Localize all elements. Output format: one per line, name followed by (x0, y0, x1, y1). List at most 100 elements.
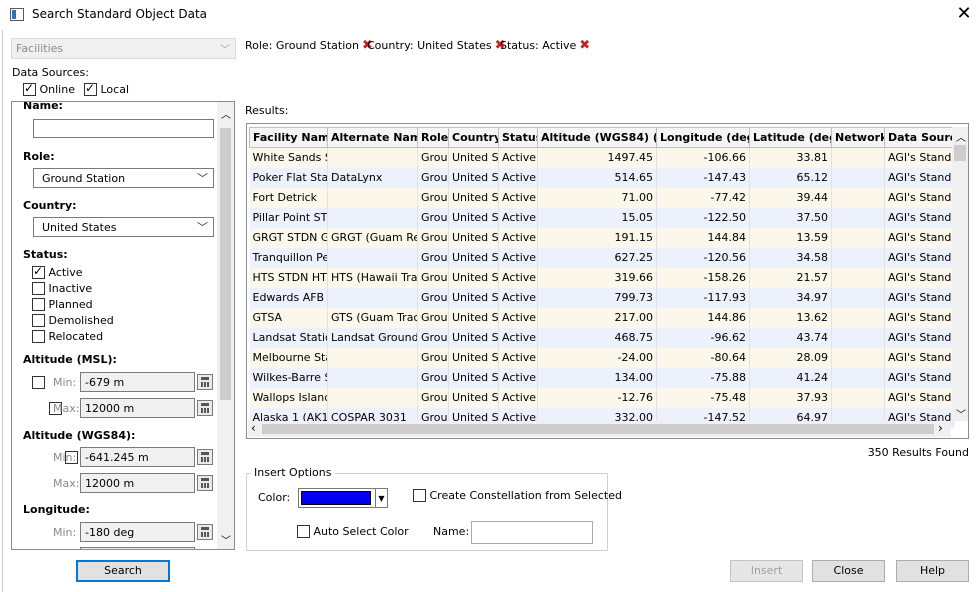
alt-msl-min-checkbox[interactable] (32, 376, 45, 389)
table-cell: DataLynx (327, 167, 418, 188)
table-row[interactable]: Fort Detrick Grou United S Active 71.00 -77.4… (249, 187, 954, 208)
status-inactive-checkbox[interactable] (32, 282, 45, 295)
column-header[interactable]: Country (448, 127, 499, 148)
alt-wgs-min-input[interactable]: -641.245 m (80, 447, 195, 467)
column-header[interactable]: Role (417, 127, 449, 148)
close-window-icon[interactable]: ✕ (952, 3, 976, 27)
column-header[interactable]: Altitude (WGS84) (m) (537, 127, 657, 148)
calculator-icon[interactable] (197, 524, 213, 540)
table-cell: Active (498, 387, 538, 408)
calculator-icon[interactable] (197, 374, 213, 390)
longitude-max-input[interactable] (80, 547, 195, 549)
scroll-right-icon[interactable]: › (938, 421, 943, 435)
auto-select-color-checkbox[interactable] (297, 525, 310, 538)
local-checkbox[interactable] (84, 81, 97, 96)
column-header[interactable]: Network (831, 127, 885, 148)
table-row[interactable]: Wallops Island Grou United S Active -12.76 -7… (249, 387, 954, 408)
table-row[interactable]: Pillar Point STI Grou United S Active 15.05-… (249, 207, 954, 228)
local-checkbox-row[interactable]: Local (84, 81, 129, 96)
table-cell: GRGT (Guam Rer (327, 227, 418, 248)
column-header[interactable]: Alternate Name (327, 127, 418, 148)
results-vertical-scrollbar[interactable] (952, 127, 968, 421)
close-button[interactable]: Close (812, 560, 885, 582)
table-cell: Active (498, 227, 538, 248)
table-cell (831, 167, 885, 188)
table-cell: -75.88 (656, 367, 750, 388)
filter-chip-status[interactable]: Status: Active ✖ (500, 38, 590, 53)
scroll-down-icon[interactable]: ﹀ (221, 532, 231, 547)
calculator-icon[interactable] (197, 475, 213, 491)
help-button[interactable]: Help (896, 560, 969, 582)
table-row[interactable]: GTSA GTS (Guam Track Grou United S Active 217… (249, 307, 954, 328)
alt-msl-max-input[interactable]: 12000 m (80, 398, 195, 418)
table-cell (831, 247, 885, 268)
table-row[interactable]: Melbourne Sta Grou United S Active -24.00 -80… (249, 347, 954, 368)
online-checkbox[interactable] (23, 81, 36, 96)
results-vertical-thumb[interactable] (954, 145, 966, 161)
window-title: Search Standard Object Data (32, 7, 207, 21)
results-table: Facility NameAlternate NameRoleCountrySt… (249, 127, 954, 428)
calculator-icon[interactable] (197, 400, 213, 416)
status-planned-row[interactable]: Planned (32, 298, 93, 311)
role-dropdown[interactable]: Ground Station ﹀ (33, 168, 214, 188)
column-header[interactable]: Longitude (deg) (656, 127, 750, 148)
filter-panel-scroll-thumb[interactable] (220, 128, 231, 400)
create-constellation-row[interactable]: Create Constellation from Selected (413, 489, 622, 502)
search-button[interactable]: Search (76, 560, 170, 582)
scroll-down-icon[interactable]: ﹀ (956, 406, 966, 421)
longitude-min-input[interactable]: -180 deg (80, 522, 195, 542)
status-relocated-row[interactable]: Relocated (32, 330, 103, 343)
filter-chip-country[interactable]: Country: United States ✖ (367, 38, 506, 53)
table-cell: 799.73 (537, 287, 657, 308)
alt-wgs-max-input[interactable]: 12000 m (80, 473, 195, 493)
status-inactive-row[interactable]: Inactive (32, 282, 92, 295)
remove-filter-icon[interactable]: ✖ (579, 38, 590, 53)
column-header[interactable]: Facility Name (249, 127, 328, 148)
status-planned-checkbox[interactable] (32, 298, 45, 311)
alt-msl-min-input[interactable]: -679 m (80, 372, 195, 392)
status-active-checkbox[interactable] (32, 264, 45, 279)
table-row[interactable]: HTS STDN HT2 HTS (Hawaii Trac Grou United S… (249, 267, 954, 288)
create-constellation-checkbox[interactable] (413, 489, 426, 502)
color-picker[interactable] (298, 488, 376, 508)
table-cell: Tranquillon Pe (249, 247, 328, 268)
column-header[interactable]: Latitude (deg) (749, 127, 832, 148)
table-row[interactable]: Landsat Statio Landsat Ground Grou United S… (249, 327, 954, 348)
scroll-up-icon[interactable]: ︿ (221, 106, 231, 121)
country-label: Country: (23, 199, 77, 212)
name-input[interactable] (33, 119, 214, 138)
table-cell: Wallops Island (249, 387, 328, 408)
color-fill (301, 491, 371, 505)
category-select[interactable]: Facilities ﹀ (11, 38, 236, 59)
column-header[interactable]: Data Source (884, 127, 954, 148)
table-cell: -80.64 (656, 347, 750, 368)
table-row[interactable]: Wilkes-Barre S Grou United S Active 134.00 -7… (249, 367, 954, 388)
table-row[interactable]: White Sands S Grou United S Active 1497.45 -1… (249, 147, 954, 168)
column-header[interactable]: Status (498, 127, 538, 148)
online-checkbox-row[interactable]: Online (23, 81, 75, 96)
filter-chip-country-text: Country: United States (367, 39, 492, 52)
scroll-left-icon[interactable]: ‹ (251, 421, 256, 435)
chevron-down-icon: ﹀ (220, 45, 230, 56)
country-dropdown[interactable]: United States ﹀ (33, 217, 214, 237)
status-demolished-checkbox[interactable] (32, 314, 45, 327)
table-row[interactable]: GRGT STDN G GRGT (Guam Rer Grou United S Act… (249, 227, 954, 248)
calculator-icon[interactable] (197, 449, 213, 465)
insert-button[interactable]: Insert (730, 560, 803, 582)
status-active-row[interactable]: Active (32, 264, 83, 279)
scroll-up-icon[interactable]: ︿ (956, 129, 966, 144)
results-horizontal-thumb[interactable] (262, 424, 934, 434)
table-row[interactable]: Tranquillon Pe Grou United S Active 627.25 -1… (249, 247, 954, 268)
status-demolished-row[interactable]: Demolished (32, 314, 114, 327)
table-cell: Active (498, 247, 538, 268)
filter-chip-role[interactable]: Role: Ground Station ✖ (245, 38, 373, 53)
auto-select-color-row[interactable]: Auto Select Color (297, 525, 409, 538)
results-table-frame: Facility NameAlternate NameRoleCountrySt… (246, 123, 969, 439)
color-dropdown-icon[interactable]: ▼ (376, 488, 388, 508)
table-row[interactable]: Edwards AFB S Grou United S Active 799.73 -11… (249, 287, 954, 308)
insert-name-input[interactable] (471, 521, 593, 544)
app-icon (10, 8, 24, 21)
table-cell: United S (448, 227, 499, 248)
status-relocated-checkbox[interactable] (32, 330, 45, 343)
table-row[interactable]: Poker Flat Stat DataLynx Grou United S Activ… (249, 167, 954, 188)
